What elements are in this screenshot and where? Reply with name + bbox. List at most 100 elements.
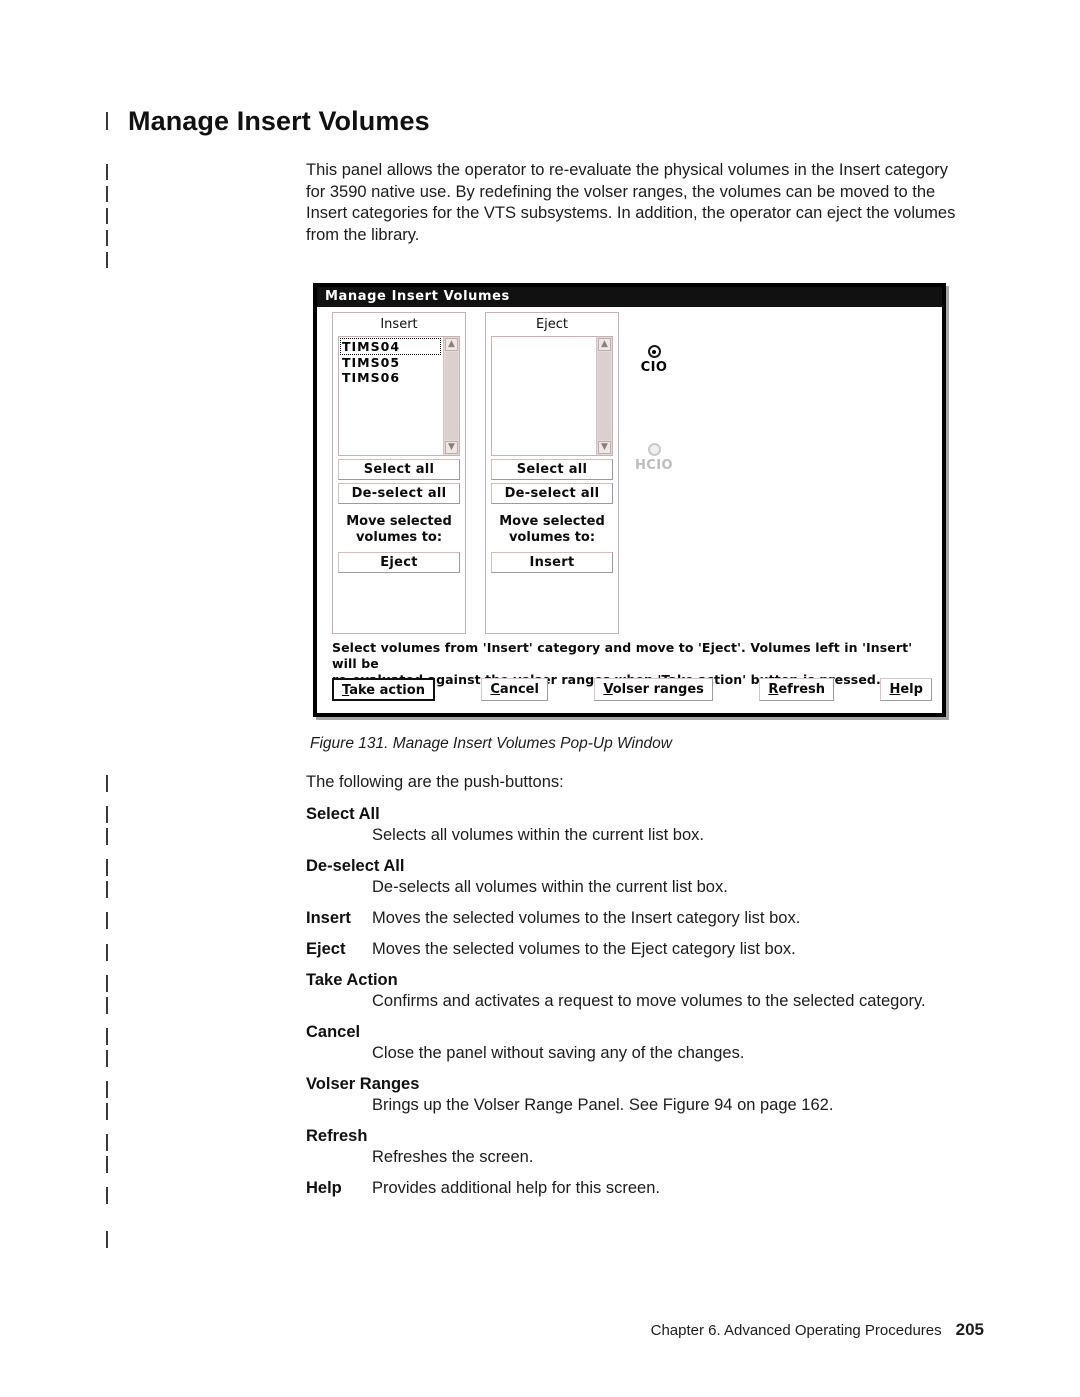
eject-group: Eject ▲ ▼ Select all De-select all Move …	[485, 312, 619, 634]
dialog-hint-line1: Select volumes from 'Insert' category an…	[332, 640, 913, 671]
definition-text: Close the panel without saving any of th…	[372, 1044, 745, 1062]
definition-entry: Take Action Confirms and activates a requ…	[306, 970, 986, 1012]
eject-select-all-button[interactable]: Select all	[491, 459, 613, 480]
insert-list-scrollbar[interactable]: ▲ ▼	[443, 337, 459, 455]
radio-option-cio[interactable]: CIO	[627, 345, 681, 375]
page-title: Manage Insert Volumes	[128, 106, 430, 136]
change-bar	[106, 859, 108, 876]
definition-entry: Cancel Close the panel without saving any…	[306, 1022, 986, 1064]
definition-term: Volser Ranges	[306, 1075, 420, 1093]
intro-paragraph: This panel allows the operator to re-eva…	[306, 161, 956, 244]
change-bar	[106, 1103, 108, 1120]
insert-deselect-all-button[interactable]: De-select all	[338, 483, 460, 504]
page-number: 205	[955, 1320, 984, 1339]
change-bar	[106, 252, 108, 268]
change-bar	[106, 944, 108, 961]
change-bar	[106, 828, 108, 845]
change-bar	[106, 1231, 108, 1248]
footer-chapter-text: Chapter 6. Advanced Operating Procedures	[650, 1322, 942, 1339]
scroll-up-icon[interactable]: ▲	[598, 338, 611, 351]
definition-term: De-select All	[306, 857, 405, 875]
scrollbar-thumb[interactable]	[445, 352, 458, 440]
insert-list-items[interactable]: TIMS04 TIMS05 TIMS06	[339, 337, 442, 455]
change-bar	[106, 775, 108, 792]
category-radio-group: CIO HCIO	[627, 345, 681, 473]
change-bar	[106, 1187, 108, 1204]
refresh-button[interactable]: Refresh	[759, 678, 835, 701]
definition-term: Take Action	[306, 971, 398, 989]
eject-move-label: Move selected volumes to:	[486, 514, 618, 546]
definition-text: Moves the selected volumes to the Insert…	[372, 909, 801, 927]
scrollbar-thumb[interactable]	[598, 352, 611, 440]
radio-option-hcio: HCIO	[627, 443, 681, 473]
definition-entry: Eject Moves the selected volumes to the E…	[306, 939, 986, 960]
radio-option-label: CIO	[640, 360, 668, 375]
radio-button-icon[interactable]	[647, 345, 661, 358]
cancel-button[interactable]: Cancel	[481, 678, 548, 701]
insert-move-label-line2: volumes to:	[355, 530, 443, 545]
definition-text: Moves the selected volumes to the Eject …	[372, 940, 796, 958]
definition-text: Confirms and activates a request to move…	[372, 992, 926, 1010]
insert-group: Insert TIMS04 TIMS05 TIMS06 ▲ ▼ Select all…	[332, 312, 466, 634]
volser-ranges-button[interactable]: Volser ranges	[594, 678, 713, 701]
definition-entry: Refresh Refreshes the screen.	[306, 1126, 986, 1168]
change-bar	[106, 806, 108, 823]
definition-entry: Insert Moves the selected volumes to the …	[306, 908, 986, 929]
definition-text: Provides additional help for this screen…	[372, 1179, 660, 1197]
definition-term: Help	[306, 1179, 342, 1197]
definition-list-lead: The following are the push-buttons:	[306, 773, 564, 791]
change-bar	[106, 997, 108, 1014]
definition-entries: Select All Selects all volumes within the…	[306, 804, 986, 1199]
insert-move-label-line1: Move selected	[346, 514, 452, 529]
help-button[interactable]: Help	[880, 678, 932, 701]
list-item[interactable]: TIMS06	[340, 370, 442, 385]
definition-text: Selects all volumes within the current l…	[372, 826, 704, 844]
scroll-up-icon[interactable]: ▲	[445, 338, 458, 351]
change-bar	[106, 230, 108, 246]
definition-entry: De-select All De-selects all volumes with…	[306, 856, 986, 898]
insert-select-all-button[interactable]: Select all	[338, 459, 460, 480]
dialog-title-bar: Manage Insert Volumes	[317, 287, 942, 307]
scroll-down-icon[interactable]: ▼	[445, 441, 458, 454]
change-bar	[106, 208, 108, 224]
page-footer: Chapter 6. Advanced Operating Procedures…	[651, 1320, 984, 1340]
insert-group-title: Insert	[380, 317, 418, 332]
eject-deselect-all-button[interactable]: De-select all	[491, 483, 613, 504]
eject-list-box[interactable]: ▲ ▼	[491, 336, 613, 456]
insert-list-box[interactable]: TIMS04 TIMS05 TIMS06 ▲ ▼	[338, 336, 460, 456]
change-bar	[106, 112, 108, 130]
push-button-definition-list: The following are the push-buttons: Sele…	[306, 772, 986, 1209]
dialog-body: Insert TIMS04 TIMS05 TIMS06 ▲ ▼ Select all…	[317, 307, 942, 713]
change-bar	[106, 912, 108, 929]
eject-group-title: Eject	[535, 317, 569, 332]
change-bar	[106, 975, 108, 992]
eject-list-scrollbar[interactable]: ▲ ▼	[596, 337, 612, 455]
change-bar	[106, 1134, 108, 1151]
definition-entry: Help Provides additional help for this sc…	[306, 1178, 986, 1199]
take-action-button[interactable]: Take action	[332, 678, 435, 701]
insert-move-label: Move selected volumes to:	[333, 514, 465, 546]
radio-option-label: HCIO	[635, 458, 673, 473]
definition-term: Select All	[306, 805, 380, 823]
definition-term: Eject	[306, 940, 346, 958]
dialog-action-bar: Take action Cancel Volser ranges Refresh Hel…	[332, 678, 932, 701]
list-item[interactable]: TIMS05	[340, 355, 442, 370]
definition-text: Brings up the Volser Range Panel. See Fi…	[372, 1096, 834, 1114]
eject-move-to-insert-button[interactable]: Insert	[491, 552, 613, 573]
definition-term: Insert	[306, 909, 351, 927]
eject-move-label-line1: Move selected	[499, 514, 605, 529]
change-bar	[106, 186, 108, 202]
change-bar	[106, 1050, 108, 1067]
figure-caption: Figure 131. Manage Insert Volumes Pop-Up…	[310, 735, 672, 752]
change-bar	[106, 1028, 108, 1045]
insert-move-to-eject-button[interactable]: Eject	[338, 552, 460, 573]
definition-text: Refreshes the screen.	[372, 1148, 534, 1166]
eject-list-items[interactable]	[492, 337, 595, 455]
definition-entry: Volser Ranges Brings up the Volser Range …	[306, 1074, 986, 1116]
scroll-down-icon[interactable]: ▼	[598, 441, 611, 454]
definition-term: Refresh	[306, 1127, 368, 1145]
eject-move-label-line2: volumes to:	[508, 530, 596, 545]
list-item[interactable]: TIMS04	[340, 338, 441, 355]
definition-term: Cancel	[306, 1023, 361, 1041]
radio-button-icon	[647, 443, 661, 456]
